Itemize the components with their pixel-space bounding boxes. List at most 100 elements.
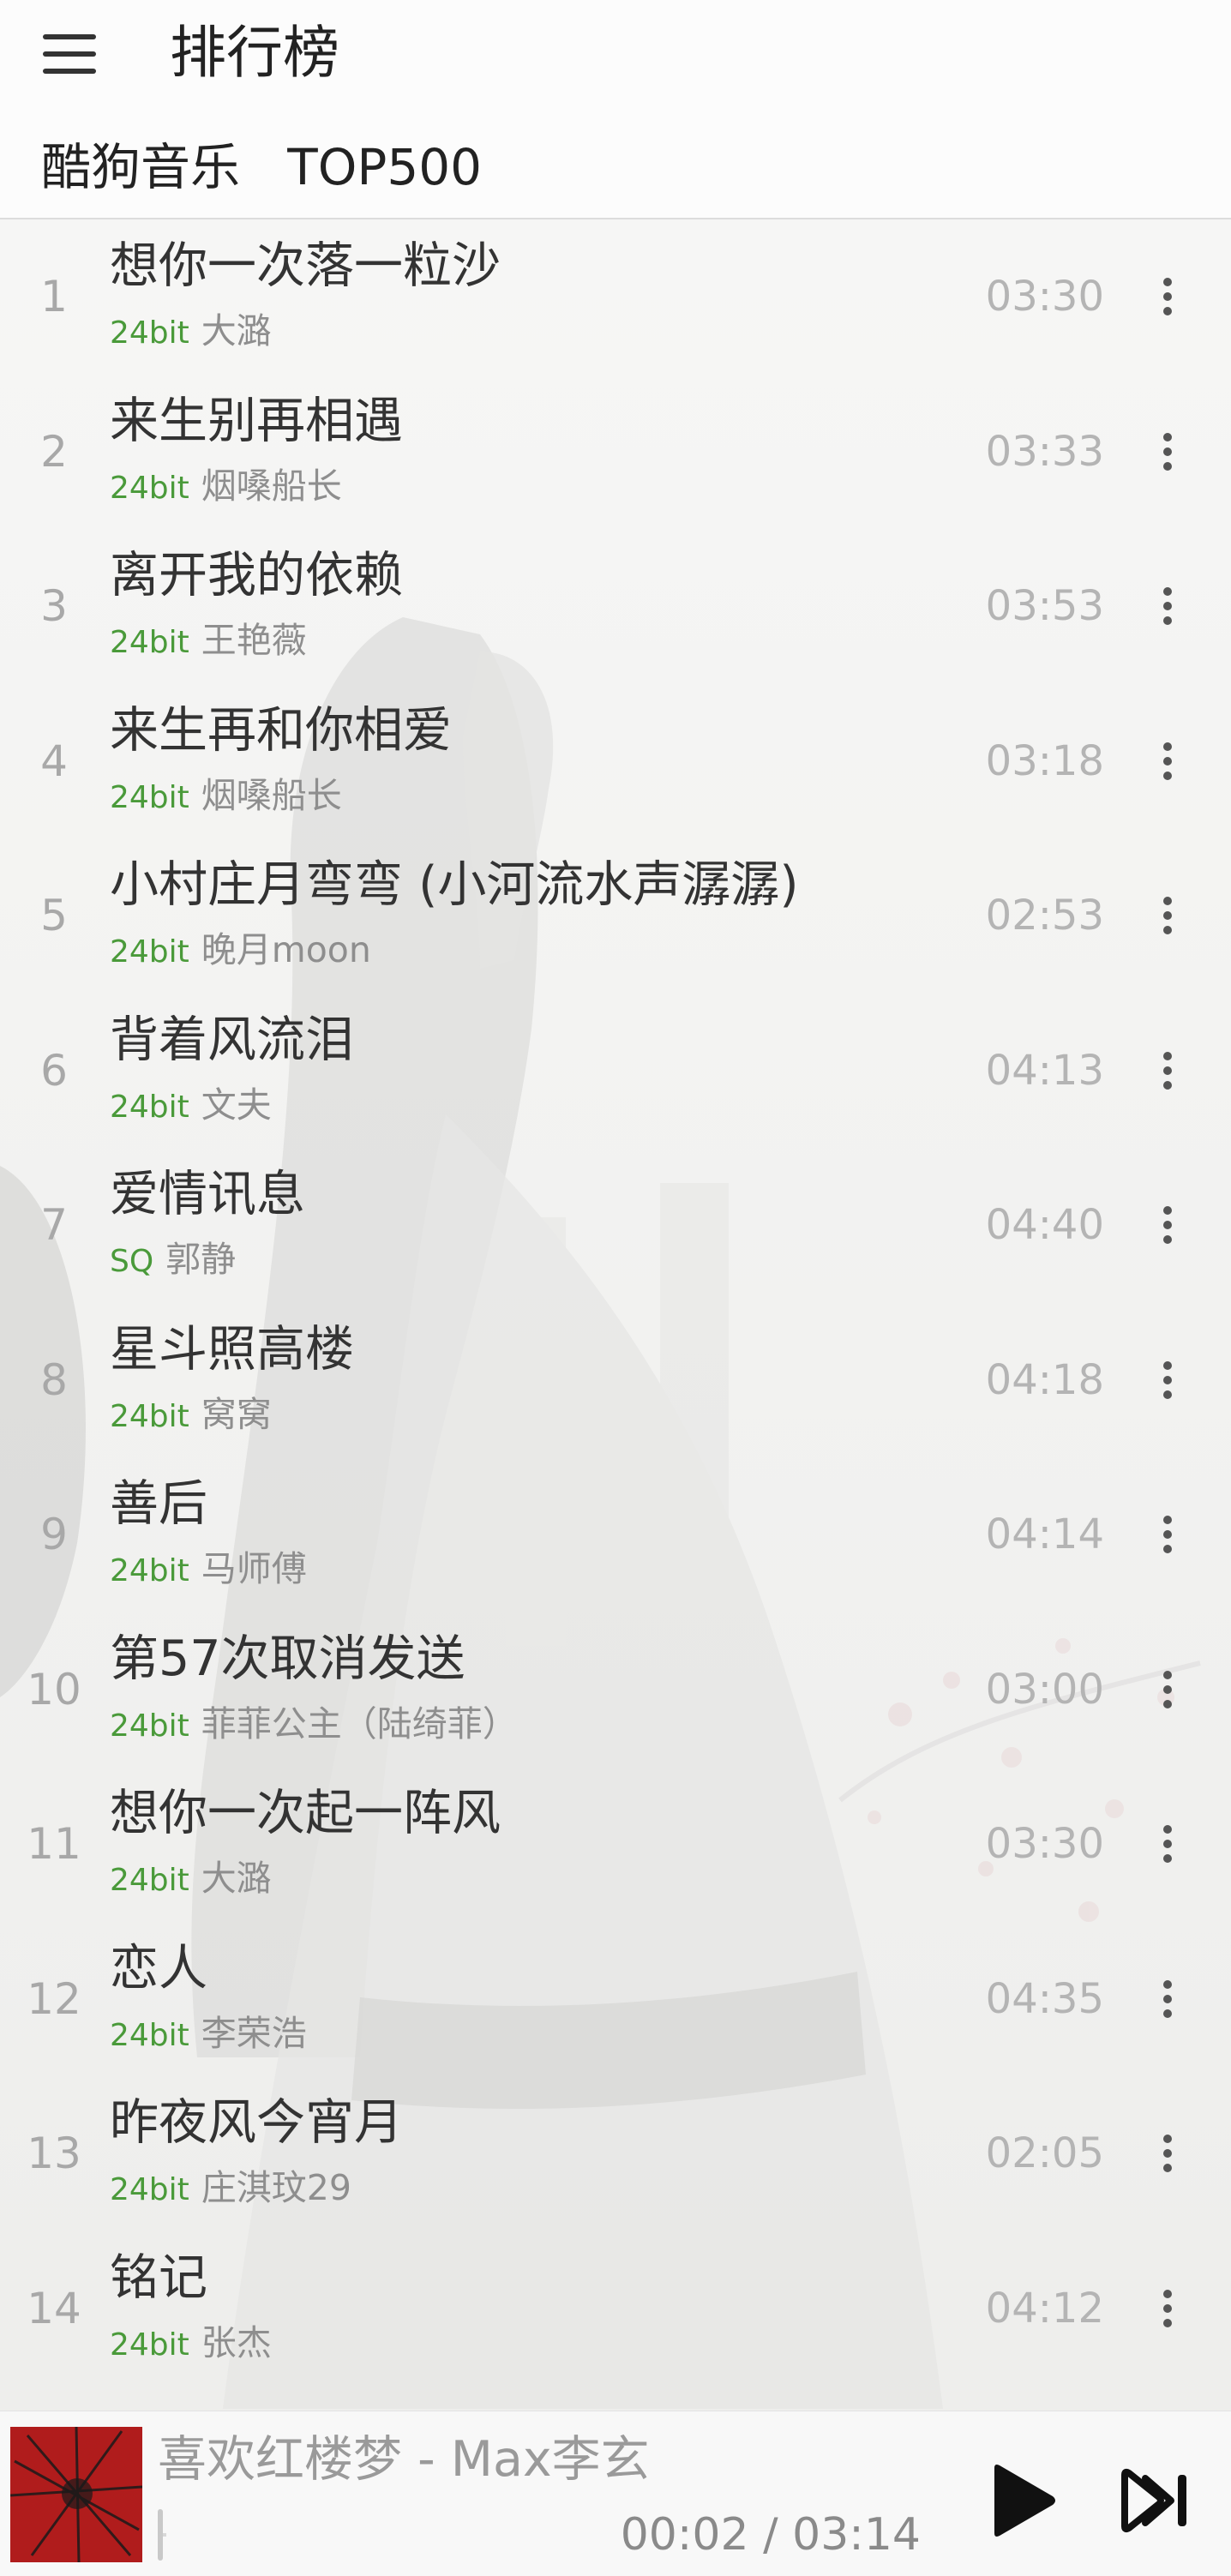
song-duration: 03:30 — [985, 1820, 1104, 1868]
mini-player[interactable]: 喜欢红楼梦 - Max李玄 00:02 / 03:14 — [0, 2411, 1231, 2576]
song-row[interactable]: 3 离开我的依赖 24bit 王艳薇 03:53 — [0, 529, 1231, 684]
playback-time: 00:02 / 03:14 — [620, 2509, 921, 2561]
song-duration: 02:53 — [985, 892, 1104, 940]
song-meta: 24bit 文夫 — [110, 1083, 272, 1135]
quality-badge: 24bit — [110, 1708, 189, 1744]
song-rank: 14 — [27, 2283, 81, 2333]
song-title: 铭记 — [110, 2249, 207, 2306]
quality-badge: 24bit — [110, 1398, 189, 1434]
song-duration: 03:53 — [985, 582, 1104, 630]
progress-track[interactable]: 00:02 / 03:14 — [158, 2509, 946, 2561]
song-meta: 24bit 马师傅 — [110, 1546, 307, 1599]
chart-name: 酷狗音乐 TOP500 — [41, 138, 483, 196]
song-artist: 马师傅 — [201, 1548, 307, 1589]
song-artist: 菲菲公主（陆绮菲） — [201, 1702, 518, 1744]
song-row[interactable]: 11 想你一次起一阵风 24bit 大潞 03:30 — [0, 1767, 1231, 1922]
song-duration: 04:18 — [985, 1355, 1104, 1404]
song-duration: 04:40 — [985, 1201, 1104, 1249]
song-title: 来生别再相遇 — [110, 392, 403, 449]
song-row[interactable]: 14 铭记 24bit 张杰 04:12 — [0, 2231, 1231, 2387]
song-rank: 9 — [40, 1510, 68, 1559]
song-rank: 5 — [40, 891, 68, 940]
song-title: 小村庄月弯弯 (小河流水声潺潺) — [110, 856, 799, 913]
song-list: 1 想你一次落一粒沙 24bit 大潞 03:30 2 来生别再相遇 24bit 烟… — [0, 219, 1231, 2386]
song-artist: 大潞 — [201, 1858, 272, 1899]
song-artist: 大潞 — [201, 310, 272, 351]
song-duration: 04:35 — [985, 1974, 1104, 2023]
song-duration: 03:33 — [985, 427, 1104, 476]
song-rank: 1 — [40, 272, 68, 321]
song-rank: 10 — [27, 1664, 81, 1714]
skip-next-icon[interactable] — [1120, 2468, 1193, 2533]
song-row[interactable]: 6 背着风流泪 24bit 文夫 04:13 — [0, 994, 1231, 1149]
song-title: 星斗照高楼 — [110, 1320, 354, 1378]
song-row[interactable]: 1 想你一次落一粒沙 24bit 大潞 03:30 — [0, 219, 1231, 375]
more-options-icon[interactable] — [1152, 1203, 1183, 1247]
progress-handle[interactable] — [158, 2509, 163, 2561]
song-title: 来生再和你相爱 — [110, 701, 452, 759]
song-duration: 04:12 — [985, 2284, 1104, 2333]
song-duration: 03:18 — [985, 736, 1104, 785]
hamburger-menu-icon[interactable] — [43, 33, 96, 75]
more-options-icon[interactable] — [1152, 584, 1183, 628]
song-title: 善后 — [110, 1475, 207, 1532]
song-duration: 03:00 — [985, 1665, 1104, 1714]
song-row[interactable]: 4 来生再和你相爱 24bit 烟嗓船长 03:18 — [0, 684, 1231, 839]
song-row[interactable]: 2 来生别再相遇 24bit 烟嗓船长 03:33 — [0, 375, 1231, 530]
quality-badge: 24bit — [110, 315, 189, 351]
song-title: 昨夜风今宵月 — [110, 2094, 403, 2151]
more-options-icon[interactable] — [1152, 1512, 1183, 1557]
song-artist: 李荣浩 — [201, 2012, 307, 2054]
song-artist: 庄淇玟29 — [201, 2167, 351, 2208]
more-options-icon[interactable] — [1152, 1977, 1183, 2021]
quality-badge: 24bit — [110, 934, 189, 970]
song-artist: 窝窝 — [201, 1393, 272, 1435]
more-options-icon[interactable] — [1152, 739, 1183, 784]
quality-badge: 24bit — [110, 625, 189, 660]
song-row[interactable]: 10 第57次取消发送 24bit 菲菲公主（陆绮菲） 03:00 — [0, 1612, 1231, 1768]
song-meta: SQ 郭静 — [110, 1237, 236, 1289]
song-meta: 24bit 王艳薇 — [110, 618, 307, 670]
more-options-icon[interactable] — [1152, 2131, 1183, 2176]
song-artist: 王艳薇 — [201, 620, 307, 661]
song-artist: 张杰 — [201, 2321, 272, 2363]
song-row[interactable]: 13 昨夜风今宵月 24bit 庄淇玟29 02:05 — [0, 2076, 1231, 2231]
song-rank: 6 — [40, 1045, 68, 1096]
now-playing-title[interactable]: 喜欢红楼梦 - Max李玄 — [158, 2429, 650, 2490]
quality-badge: 24bit — [110, 470, 189, 506]
song-title: 第57次取消发送 — [110, 1630, 465, 1687]
quality-badge: 24bit — [110, 1863, 189, 1898]
more-options-icon[interactable] — [1152, 429, 1183, 474]
song-row[interactable]: 8 星斗照高楼 24bit 窝窝 04:18 — [0, 1303, 1231, 1458]
more-options-icon[interactable] — [1152, 1667, 1183, 1712]
more-options-icon[interactable] — [1152, 1358, 1183, 1402]
song-row[interactable]: 12 恋人 24bit 李荣浩 04:35 — [0, 1922, 1231, 2077]
song-meta: 24bit 窝窝 — [110, 1392, 272, 1444]
song-title: 恋人 — [110, 1939, 207, 1997]
song-row[interactable]: 7 爱情讯息 SQ 郭静 04:40 — [0, 1148, 1231, 1303]
more-options-icon[interactable] — [1152, 1048, 1183, 1093]
song-duration: 04:14 — [985, 1510, 1104, 1558]
song-row[interactable]: 9 善后 24bit 马师傅 04:14 — [0, 1457, 1231, 1612]
song-title: 爱情讯息 — [110, 1166, 305, 1222]
song-rank: 3 — [40, 581, 68, 631]
song-title: 离开我的依赖 — [110, 547, 403, 603]
play-icon[interactable] — [982, 2459, 1060, 2542]
song-meta: 24bit 烟嗓船长 — [110, 464, 342, 516]
song-artist: 烟嗓船长 — [201, 774, 342, 816]
song-rank: 13 — [27, 2129, 81, 2178]
more-options-icon[interactable] — [1152, 893, 1183, 938]
quality-badge: 24bit — [110, 2327, 189, 2363]
quality-badge: 24bit — [110, 2172, 189, 2207]
quality-badge: 24bit — [110, 1089, 189, 1125]
more-options-icon[interactable] — [1152, 1822, 1183, 1866]
song-rank: 12 — [27, 1973, 81, 2024]
album-cover[interactable] — [10, 2427, 142, 2562]
song-row[interactable]: 5 小村庄月弯弯 (小河流水声潺潺) 24bit 晚月moon 02:53 — [0, 838, 1231, 994]
quality-badge: 24bit — [110, 779, 189, 815]
song-rank: 4 — [40, 736, 68, 786]
song-rank: 11 — [27, 1819, 81, 1869]
more-options-icon[interactable] — [1152, 274, 1183, 319]
song-rank: 7 — [40, 1200, 68, 1250]
more-options-icon[interactable] — [1152, 2286, 1183, 2331]
